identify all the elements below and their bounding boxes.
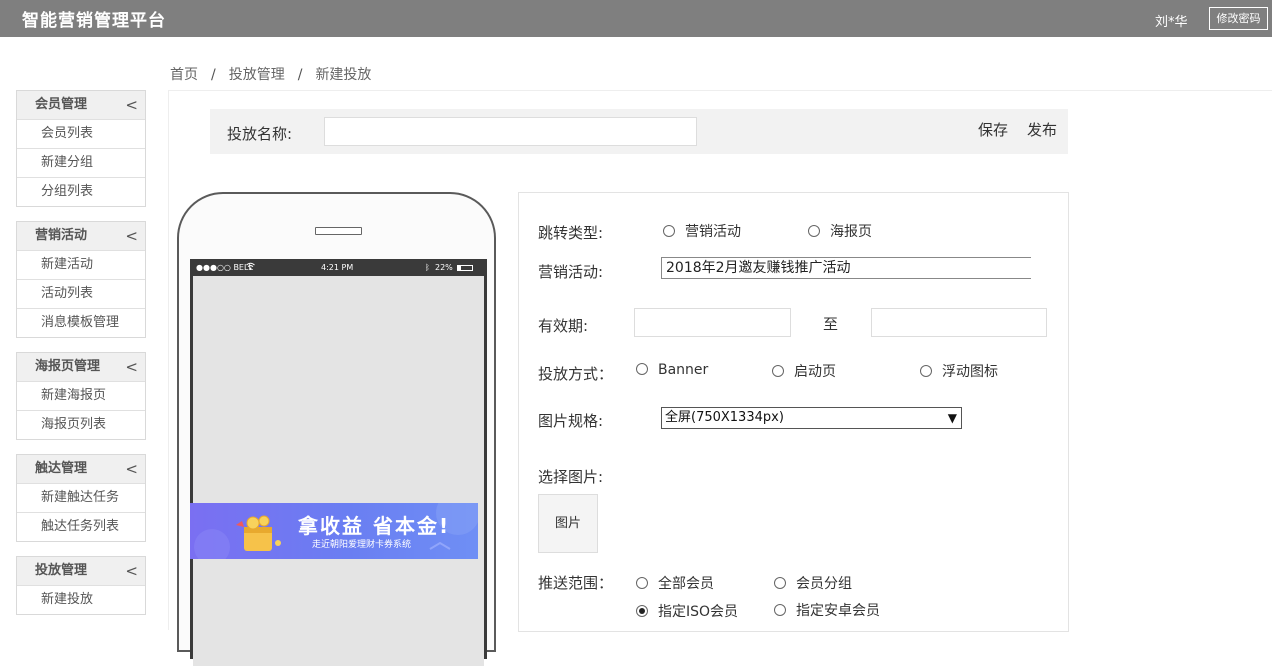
chevron-left-icon[interactable]: < — [125, 557, 138, 585]
chevron-left-icon[interactable]: < — [125, 353, 138, 381]
menu-head-label: 营销活动 — [35, 228, 88, 243]
menu-group-marketing: 营销活动 < 新建活动 活动列表 消息模板管理 — [16, 221, 146, 338]
image-spec-label: 图片规格: — [538, 412, 604, 430]
chevron-left-icon[interactable]: < — [125, 222, 138, 250]
menu-head-poster[interactable]: 海报页管理 < — [17, 353, 145, 381]
chevron-left-icon[interactable]: < — [125, 91, 138, 119]
radio-icon[interactable] — [663, 225, 675, 237]
jump-type-label: 跳转类型: — [538, 224, 604, 242]
publish-button[interactable]: 发布 — [1027, 119, 1057, 140]
sidebar-item-new-reach-task[interactable]: 新建触达任务 — [17, 483, 145, 512]
radio-checked-icon[interactable] — [636, 605, 648, 617]
activity-label: 营销活动: — [538, 263, 604, 281]
breadcrumb-separator: / — [297, 67, 303, 83]
delivery-method-label: 投放方式： — [538, 365, 614, 383]
top-bar: 智能营销管理平台 刘*华 修改密码 — [0, 0, 1272, 37]
sidebar-item-group-list[interactable]: 分组列表 — [17, 177, 145, 206]
carrier-signal: ●●●○○ BELL — [196, 263, 253, 272]
delivery-name-input[interactable] — [324, 117, 697, 146]
menu-head-marketing[interactable]: 营销活动 < — [17, 222, 145, 250]
select-image-label: 选择图片: — [538, 468, 604, 486]
menu-head-label: 投放管理 — [35, 563, 88, 578]
banner-subtitle: 走近朝阳爱理财卡券系统 — [312, 540, 412, 550]
banner-pagination — [309, 551, 350, 559]
app-title: 智能营销管理平台 — [22, 11, 166, 31]
menu-group-delivery: 投放管理 < 新建投放 — [16, 556, 146, 615]
scope-option-all[interactable]: 全部会员 — [636, 573, 714, 593]
breadcrumb-home[interactable]: 首页 — [170, 64, 198, 84]
start-date-input[interactable] — [634, 308, 791, 337]
phone-time: 4:21 PM — [321, 263, 354, 272]
validity-to-label: 至 — [823, 315, 839, 333]
delivery-option-launch[interactable]: 启动页 — [772, 361, 836, 381]
radio-icon[interactable] — [772, 365, 784, 377]
sidebar-item-reach-task-list[interactable]: 触达任务列表 — [17, 512, 145, 541]
user-name[interactable]: 刘*华 — [1155, 11, 1188, 30]
menu-head-label: 海报页管理 — [35, 359, 101, 374]
jump-type-option-poster[interactable]: 海报页 — [808, 221, 872, 241]
battery-icon — [457, 265, 473, 271]
banner-preview[interactable]: 拿收益 省本金! 走近朝阳爱理财卡券系统 — [190, 503, 478, 559]
sidebar-item-message-templates[interactable]: 消息模板管理 — [17, 308, 145, 337]
scope-option-ios[interactable]: 指定ISO会员 — [636, 601, 738, 621]
change-password-button[interactable]: 修改密码 — [1209, 7, 1268, 30]
delivery-form: 跳转类型: 营销活动 海报页 营销活动: 2018年2月邀友赚钱推广活动 有效期… — [518, 192, 1069, 632]
phone-screen — [193, 276, 484, 666]
scope-option-group[interactable]: 会员分组 — [774, 573, 852, 593]
push-scope-label: 推送范围： — [538, 574, 614, 592]
menu-head-delivery[interactable]: 投放管理 < — [17, 557, 145, 585]
banner-title: 拿收益 省本金! — [298, 514, 451, 538]
breadcrumb-delivery-management[interactable]: 投放管理 — [229, 64, 285, 84]
jump-type-option-activity[interactable]: 营销活动 — [663, 221, 741, 241]
delivery-name-bar: 投放名称: 保存 发布 — [210, 109, 1068, 154]
delivery-option-banner[interactable]: Banner — [636, 362, 708, 378]
wifi-icon — [246, 261, 255, 275]
menu-head-reach[interactable]: 触达管理 < — [17, 455, 145, 483]
image-upload-box[interactable]: 图片 — [538, 494, 598, 553]
sidebar-item-new-group[interactable]: 新建分组 — [17, 148, 145, 177]
end-date-input[interactable] — [871, 308, 1047, 337]
coin-pot-icon — [236, 513, 284, 557]
image-spec-select[interactable]: 全屏(750X1334px) ▼ — [661, 407, 962, 429]
radio-icon[interactable] — [636, 577, 648, 589]
breadcrumb-current: 新建投放 — [315, 67, 372, 83]
menu-head-label: 触达管理 — [35, 461, 88, 476]
sidebar: 会员管理 < 会员列表 新建分组 分组列表 营销活动 < 新建活动 活动列表 消息模… — [16, 90, 146, 629]
radio-icon[interactable] — [808, 225, 820, 237]
phone-screen-frame: ●●●○○ BELL 4:21 PM ᛒ 22% — [190, 259, 487, 666]
content-divider — [168, 90, 1272, 91]
chevron-left-icon[interactable]: < — [125, 455, 138, 483]
radio-icon[interactable] — [920, 365, 932, 377]
menu-head-label: 会员管理 — [35, 97, 88, 112]
radio-icon[interactable] — [636, 363, 648, 375]
menu-head-member[interactable]: 会员管理 < — [17, 91, 145, 119]
bluetooth-icon: ᛒ — [425, 263, 430, 272]
battery-percent: 22% — [435, 263, 453, 272]
breadcrumb-separator: / — [211, 67, 216, 83]
sidebar-item-poster-list[interactable]: 海报页列表 — [17, 410, 145, 439]
menu-group-reach: 触达管理 < 新建触达任务 触达任务列表 — [16, 454, 146, 542]
sidebar-item-new-activity[interactable]: 新建活动 — [17, 250, 145, 279]
menu-group-member: 会员管理 < 会员列表 新建分组 分组列表 — [16, 90, 146, 207]
sidebar-item-member-list[interactable]: 会员列表 — [17, 119, 145, 148]
phone-status-bar: ●●●○○ BELL 4:21 PM ᛒ 22% — [193, 261, 484, 275]
sidebar-item-activity-list[interactable]: 活动列表 — [17, 279, 145, 308]
sidebar-item-new-delivery[interactable]: 新建投放 — [17, 585, 145, 614]
radio-icon[interactable] — [774, 577, 786, 589]
delivery-name-label: 投放名称: — [227, 125, 293, 143]
radio-icon[interactable] — [774, 604, 786, 616]
breadcrumb: 首页 / 投放管理 / 新建投放 — [170, 64, 371, 84]
save-button[interactable]: 保存 — [978, 119, 1008, 140]
validity-label: 有效期: — [538, 317, 589, 335]
delivery-option-float-icon[interactable]: 浮动图标 — [920, 361, 998, 381]
sidebar-item-new-poster[interactable]: 新建海报页 — [17, 381, 145, 410]
activity-input[interactable]: 2018年2月邀友赚钱推广活动 — [661, 257, 1031, 279]
phone-preview: ●●●○○ BELL 4:21 PM ᛒ 22% — [177, 192, 496, 666]
content-divider-vertical — [168, 90, 169, 630]
chevron-down-icon: ▼ — [947, 411, 957, 425]
menu-group-poster: 海报页管理 < 新建海报页 海报页列表 — [16, 352, 146, 440]
scope-option-android[interactable]: 指定安卓会员 — [774, 600, 880, 620]
phone-speaker — [315, 227, 362, 235]
